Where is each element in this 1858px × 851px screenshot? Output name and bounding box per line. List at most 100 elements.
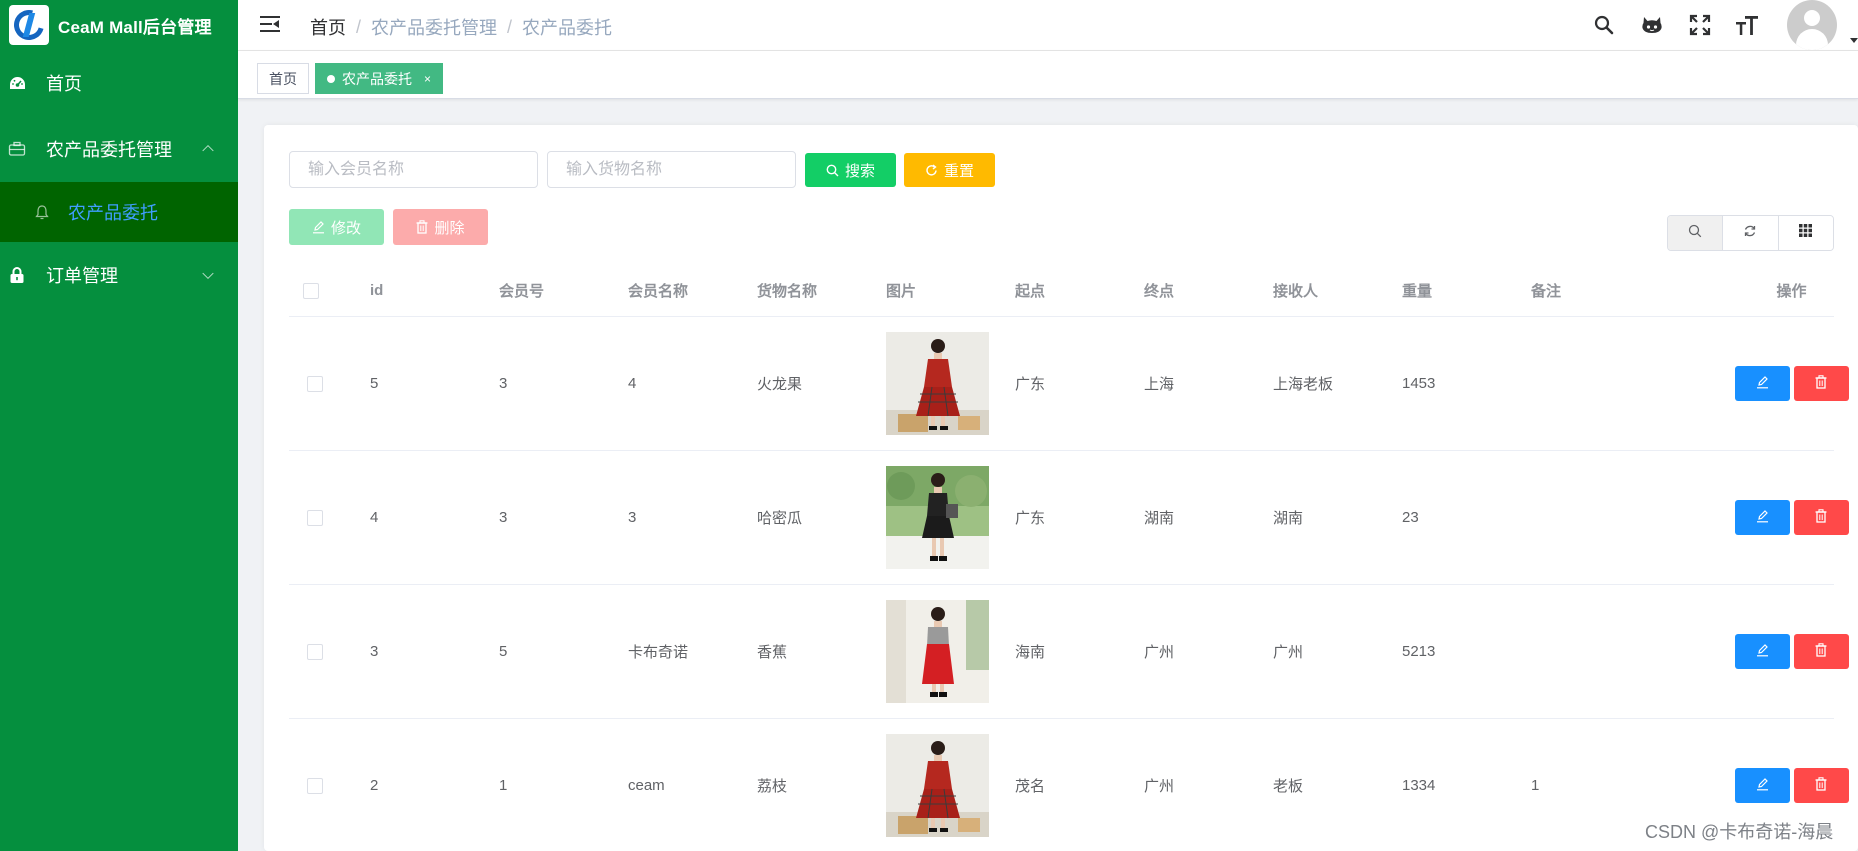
cell-origin: 广东 <box>1015 376 1046 393</box>
edit-icon <box>1756 643 1769 661</box>
select-all-checkbox[interactable] <box>303 282 319 299</box>
row-delete-button[interactable] <box>1793 768 1849 803</box>
row-edit-button[interactable] <box>1734 768 1790 803</box>
edit-icon <box>312 220 325 234</box>
row-checkbox[interactable] <box>307 509 323 526</box>
refresh-button[interactable] <box>1723 216 1779 250</box>
entrust-table: id 会员号 会员名称 货物名称 图片 起点 终点 接收人 重量 备注 操作 5… <box>289 265 1849 851</box>
column-header: 备注 <box>1531 283 1562 300</box>
briefcase-icon <box>8 140 26 158</box>
sidebar-item-label: 农产品委托管理 <box>46 140 172 160</box>
dashboard-icon <box>8 74 26 92</box>
search-icon[interactable] <box>1592 13 1616 37</box>
watermark: CSDN @卡布奇诺-海晨 <box>1645 822 1834 842</box>
cell-receiver: 老板 <box>1273 778 1304 795</box>
search-button[interactable]: 搜索 <box>805 153 896 187</box>
trash-icon <box>1815 642 1827 661</box>
cell-destination: 广州 <box>1144 644 1175 661</box>
breadcrumb-item-entrust: 农产品委托 <box>522 18 613 38</box>
member-name-search-input[interactable] <box>289 151 538 188</box>
trash-icon <box>1815 374 1827 393</box>
cell-member-name: ceam <box>628 777 665 794</box>
product-image[interactable] <box>886 734 989 837</box>
sidebar-item-label: 首页 <box>46 74 82 94</box>
sidebar-item-agri-entrust-mgmt[interactable]: 农产品委托管理 <box>0 116 238 182</box>
chevron-up-icon <box>202 144 214 157</box>
reset-button[interactable]: 重置 <box>904 153 995 187</box>
tag-label: 农产品委托 <box>342 70 412 87</box>
cell-weight: 5213 <box>1402 643 1436 660</box>
sidebar-item-order-mgmt[interactable]: 订单管理 <box>0 242 238 308</box>
cell-id: 2 <box>370 777 379 794</box>
row-edit-button[interactable] <box>1734 366 1790 401</box>
sidebar-subitem-agri-entrust[interactable]: 农产品委托 <box>0 182 238 242</box>
table-header: id 会员号 会员名称 货物名称 图片 起点 终点 接收人 重量 备注 操作 <box>289 265 1834 317</box>
batch-edit-button[interactable]: 修改 <box>289 209 384 245</box>
font-size-icon[interactable] <box>1735 13 1759 37</box>
goods-name-search-input[interactable] <box>547 151 796 188</box>
cell-goods-name: 火龙果 <box>757 376 803 393</box>
tags-view: 首页 农产品委托 × <box>238 51 1858 99</box>
row-edit-button[interactable] <box>1734 500 1790 535</box>
logo-icon <box>9 5 49 45</box>
column-header: 会员名称 <box>628 283 689 300</box>
search-icon <box>826 164 839 177</box>
row-checkbox[interactable] <box>307 643 323 660</box>
cell-destination: 上海 <box>1144 376 1175 393</box>
column-settings-button[interactable] <box>1778 216 1833 250</box>
main-card: 搜索 重置 修改 删除 id 会员号 会员名称 <box>264 125 1858 851</box>
column-header: 图片 <box>886 283 917 300</box>
bell-icon <box>34 204 50 220</box>
refresh-icon <box>925 163 938 177</box>
batch-delete-label: 删除 <box>434 219 465 237</box>
batch-edit-label: 修改 <box>330 219 361 237</box>
toggle-search-button[interactable] <box>1668 216 1724 250</box>
cell-member-no: 5 <box>499 643 508 660</box>
column-header: 起点 <box>1015 283 1046 300</box>
trash-icon <box>1815 776 1827 795</box>
column-header: 重量 <box>1402 283 1433 300</box>
tag-home[interactable]: 首页 <box>257 63 309 94</box>
tag-label: 首页 <box>269 70 297 87</box>
column-header: 会员号 <box>499 283 545 300</box>
cell-member-name: 4 <box>628 375 637 392</box>
close-icon[interactable]: × <box>424 72 431 86</box>
row-checkbox[interactable] <box>307 375 323 392</box>
product-image[interactable] <box>886 466 989 569</box>
cell-receiver: 湖南 <box>1273 510 1304 527</box>
hamburger-icon[interactable] <box>260 16 280 32</box>
row-edit-button[interactable] <box>1734 634 1790 669</box>
cell-receiver: 上海老板 <box>1273 376 1334 393</box>
breadcrumb-item-entrust-mgmt[interactable]: 农产品委托管理 <box>371 14 497 40</box>
cell-note: 1 <box>1531 777 1540 794</box>
cell-destination: 广州 <box>1144 778 1175 795</box>
batch-delete-button[interactable]: 删除 <box>393 209 488 245</box>
row-delete-button[interactable] <box>1793 634 1849 669</box>
row-delete-button[interactable] <box>1793 500 1849 535</box>
product-image[interactable] <box>886 332 989 435</box>
cell-weight: 1453 <box>1402 375 1436 392</box>
edit-icon <box>1756 509 1769 527</box>
cell-weight: 1334 <box>1402 777 1436 794</box>
breadcrumb-item-home[interactable]: 首页 <box>310 14 346 40</box>
table-row: 3 5 卡布奇诺 香蕉 海南 广州 广州 5213 <box>289 585 1849 719</box>
reset-button-label: 重置 <box>943 162 974 180</box>
column-header: 操作 <box>1776 283 1807 300</box>
sidebar-item-home[interactable]: 首页 <box>0 50 238 116</box>
row-delete-button[interactable] <box>1793 366 1849 401</box>
column-header: id <box>370 282 384 299</box>
avatar[interactable] <box>1787 0 1837 50</box>
cell-receiver: 广州 <box>1273 644 1304 661</box>
fullscreen-icon[interactable] <box>1688 13 1712 37</box>
github-icon[interactable] <box>1640 13 1664 37</box>
cell-id: 4 <box>370 509 379 526</box>
product-image[interactable] <box>886 600 989 703</box>
cell-member-name: 3 <box>628 509 637 526</box>
caret-down-icon[interactable] <box>1850 38 1858 43</box>
cell-member-no: 1 <box>499 777 508 794</box>
row-checkbox[interactable] <box>307 777 323 794</box>
edit-icon <box>1756 375 1769 393</box>
tag-agri-entrust[interactable]: 农产品委托 × <box>315 63 444 94</box>
column-header: 终点 <box>1144 283 1175 300</box>
breadcrumb-separator: / <box>356 16 362 37</box>
